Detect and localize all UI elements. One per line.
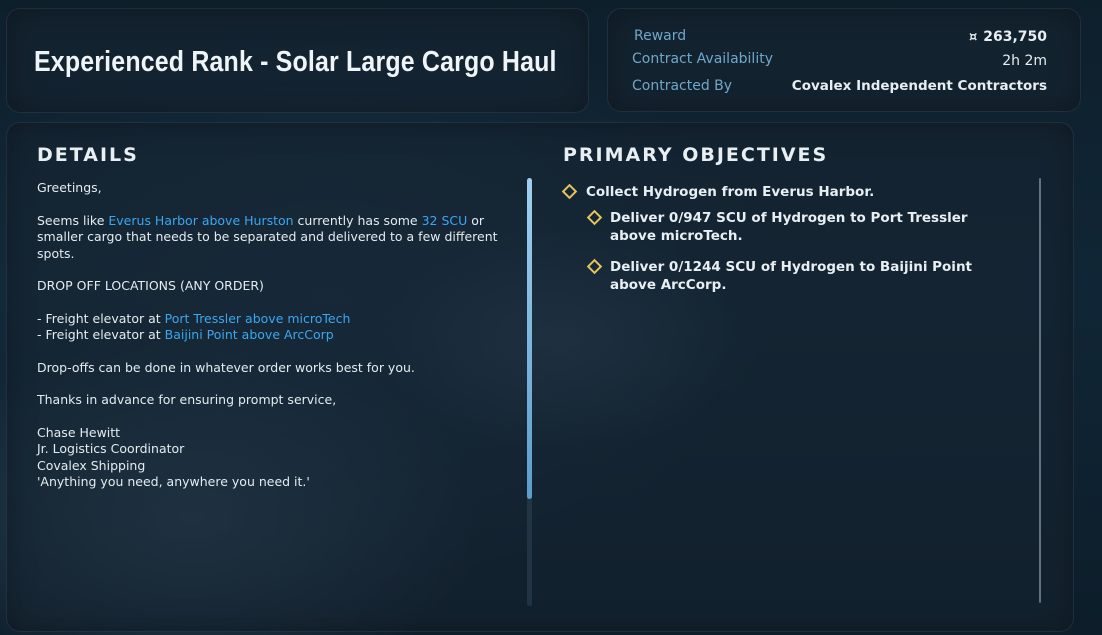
order-note: Drop-offs can be done in whatever order … xyxy=(37,359,415,375)
signature-title: Jr. Logistics Coordinator xyxy=(37,441,185,456)
objectives-heading: PRIMARY OBJECTIVES xyxy=(563,144,829,166)
dropoff-item: - Freight elevator at Baijini Point abov… xyxy=(37,327,507,344)
objectives-scrollbar[interactable] xyxy=(1039,178,1041,603)
availability-value: 2h 2m xyxy=(1002,53,1047,69)
thanks-text: Thanks in advance for ensuring prompt se… xyxy=(37,392,337,407)
reward-label: Reward xyxy=(634,28,687,44)
greeting-text: Greetings, xyxy=(37,180,102,195)
availability-label: Contract Availability xyxy=(632,51,773,67)
signature-company: Covalex Shipping xyxy=(37,457,146,473)
currency-icon: ¤ xyxy=(968,30,978,45)
details-scrollbar[interactable] xyxy=(527,178,532,606)
details-heading: DETAILS xyxy=(37,144,139,166)
intro-paragraph: Seems like Everus Harbor above Hurston c… xyxy=(37,213,507,263)
reward-amount: 263,750 xyxy=(983,29,1047,45)
signature-motto: 'Anything you need, anywhere you need it… xyxy=(37,474,310,489)
reward-value: ¤ 263,750 xyxy=(969,29,1047,45)
contract-screen: Experienced Rank - Solar Large Cargo Hau… xyxy=(0,0,1102,635)
details-text[interactable]: Greetings, Seems like Everus Harbor abov… xyxy=(37,180,507,491)
dropoff-location-highlight: Baijini Point above ArcCorp xyxy=(164,327,334,342)
pickup-location-highlight: Everus Harbor above Hurston xyxy=(108,212,294,228)
dropoff-heading: DROP OFF LOCATIONS (ANY ORDER) xyxy=(37,278,264,293)
dropoff-prefix: - Freight elevator at xyxy=(37,310,165,326)
cargo-amount-highlight: 32 SCU xyxy=(421,212,468,228)
intro-text-mid: currently has some xyxy=(293,212,422,228)
dropoff-item: - Freight elevator at Port Tressler abov… xyxy=(37,311,507,328)
contracted-by-value: Covalex Independent Contractors xyxy=(791,78,1047,94)
details-scrollbar-thumb[interactable] xyxy=(527,178,532,499)
objective-item: Collect Hydrogen from Everus Harbor. xyxy=(586,184,875,200)
contracted-by-label: Contracted By xyxy=(632,78,733,94)
dropoff-location-highlight: Port Tressler above microTech xyxy=(164,310,351,326)
sub-objective-item: Deliver 0/1244 SCU of Hydrogen to Baijin… xyxy=(610,259,973,293)
sub-objective-item: Deliver 0/947 SCU of Hydrogen to Port Tr… xyxy=(610,210,968,244)
intro-text-start: Seems like xyxy=(37,212,109,228)
dropoff-prefix: - Freight elevator at xyxy=(37,327,165,342)
contract-title: Experienced Rank - Solar Large Cargo Hau… xyxy=(34,46,557,78)
signature-name: Chase Hewitt xyxy=(37,424,121,440)
